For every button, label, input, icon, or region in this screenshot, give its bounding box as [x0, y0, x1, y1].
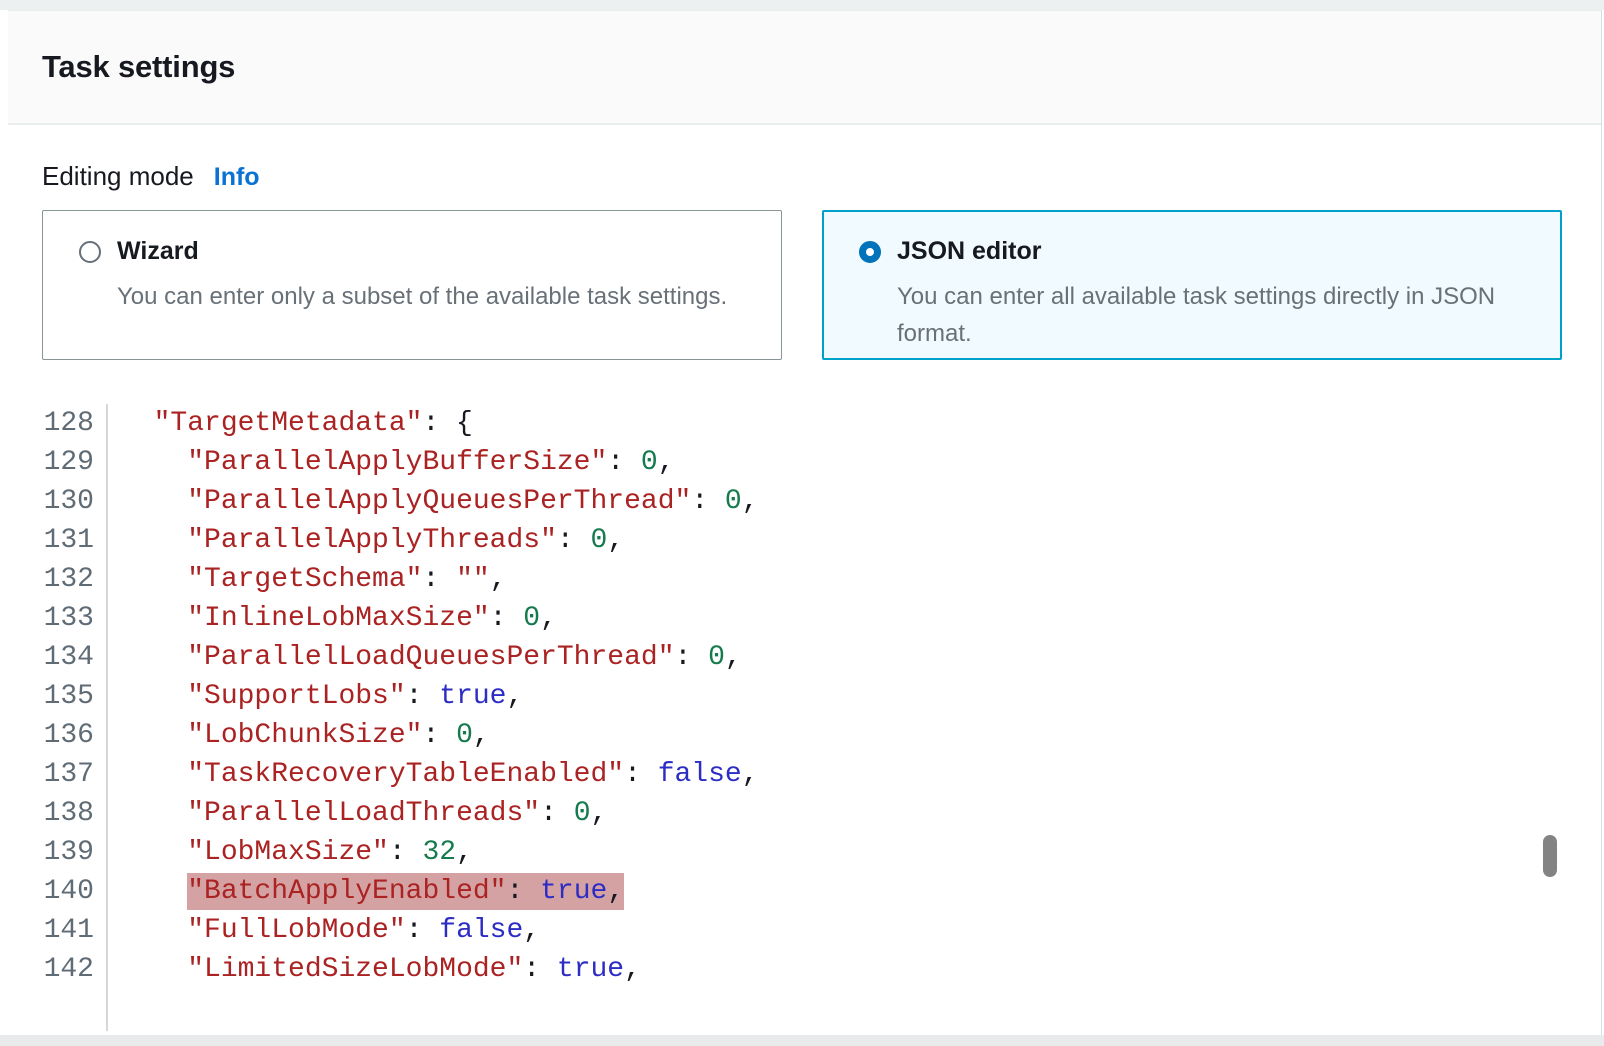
- json-code-editor[interactable]: 128 "TargetMetadata": {129 "ParallelAppl…: [8, 404, 1601, 1031]
- vertical-scrollbar-thumb[interactable]: [1543, 835, 1557, 877]
- line-number: 130: [8, 482, 108, 521]
- line-number: 134: [8, 638, 108, 677]
- line-number: 138: [8, 794, 108, 833]
- line-number: 142: [8, 950, 108, 989]
- task-settings-panel: Task settings Editing mode Info Wizard Y…: [8, 10, 1602, 1035]
- code-line[interactable]: 134 "ParallelLoadQueuesPerThread": 0,: [8, 638, 1601, 677]
- line-number: 128: [8, 404, 108, 443]
- json-editor-radio[interactable]: [859, 241, 881, 263]
- json-editor-description: You can enter all available task setting…: [897, 278, 1562, 352]
- json-editor-label: JSON editor: [897, 237, 1041, 266]
- line-number: 133: [8, 599, 108, 638]
- line-number: 132: [8, 560, 108, 599]
- code-line[interactable]: 133 "InlineLobMaxSize": 0,: [8, 599, 1601, 638]
- line-number: 135: [8, 677, 108, 716]
- line-number: 139: [8, 833, 108, 872]
- code-line[interactable]: 131 "ParallelApplyThreads": 0,: [8, 521, 1601, 560]
- line-number: 141: [8, 911, 108, 950]
- info-link[interactable]: Info: [214, 163, 260, 192]
- code-line[interactable]: 141 "FullLobMode": false,: [8, 911, 1601, 950]
- line-number: 137: [8, 755, 108, 794]
- wizard-radio[interactable]: [79, 241, 101, 263]
- code-line[interactable]: 135 "SupportLobs": true,: [8, 677, 1601, 716]
- wizard-label: Wizard: [117, 237, 199, 266]
- page-title: Task settings: [42, 49, 235, 85]
- line-number: 131: [8, 521, 108, 560]
- code-line[interactable]: 142 "LimitedSizeLobMode": true,: [8, 950, 1601, 989]
- editing-mode-label: Editing mode: [42, 161, 194, 192]
- highlighted-code: "BatchApplyEnabled": true,: [187, 873, 624, 910]
- gutter-tail: [8, 989, 1601, 1031]
- tile-json-editor[interactable]: JSON editor You can enter all available …: [822, 210, 1562, 360]
- line-number: 140: [8, 872, 108, 911]
- editing-mode-tiles: Wizard You can enter only a subset of th…: [42, 210, 1601, 360]
- code-lines: 128 "TargetMetadata": {129 "ParallelAppl…: [8, 404, 1601, 989]
- code-line[interactable]: 139 "LobMaxSize": 32,: [8, 833, 1601, 872]
- line-number: 136: [8, 716, 108, 755]
- line-number: 129: [8, 443, 108, 482]
- tile-wizard[interactable]: Wizard You can enter only a subset of th…: [42, 210, 782, 360]
- editing-mode-row: Editing mode Info: [42, 161, 1601, 192]
- code-line[interactable]: 138 "ParallelLoadThreads": 0,: [8, 794, 1601, 833]
- code-line[interactable]: 132 "TargetSchema": "",: [8, 560, 1601, 599]
- code-line[interactable]: 130 "ParallelApplyQueuesPerThread": 0,: [8, 482, 1601, 521]
- code-line[interactable]: 128 "TargetMetadata": {: [8, 404, 1601, 443]
- code-line[interactable]: 140 "BatchApplyEnabled": true,: [8, 872, 1601, 911]
- wizard-description: You can enter only a subset of the avail…: [117, 278, 782, 315]
- code-line[interactable]: 137 "TaskRecoveryTableEnabled": false,: [8, 755, 1601, 794]
- code-line[interactable]: 129 "ParallelApplyBufferSize": 0,: [8, 443, 1601, 482]
- panel-header: Task settings: [8, 11, 1601, 125]
- page-top-strip: [0, 0, 1604, 10]
- code-line[interactable]: 136 "LobChunkSize": 0,: [8, 716, 1601, 755]
- page-bottom-strip: [0, 1035, 1604, 1046]
